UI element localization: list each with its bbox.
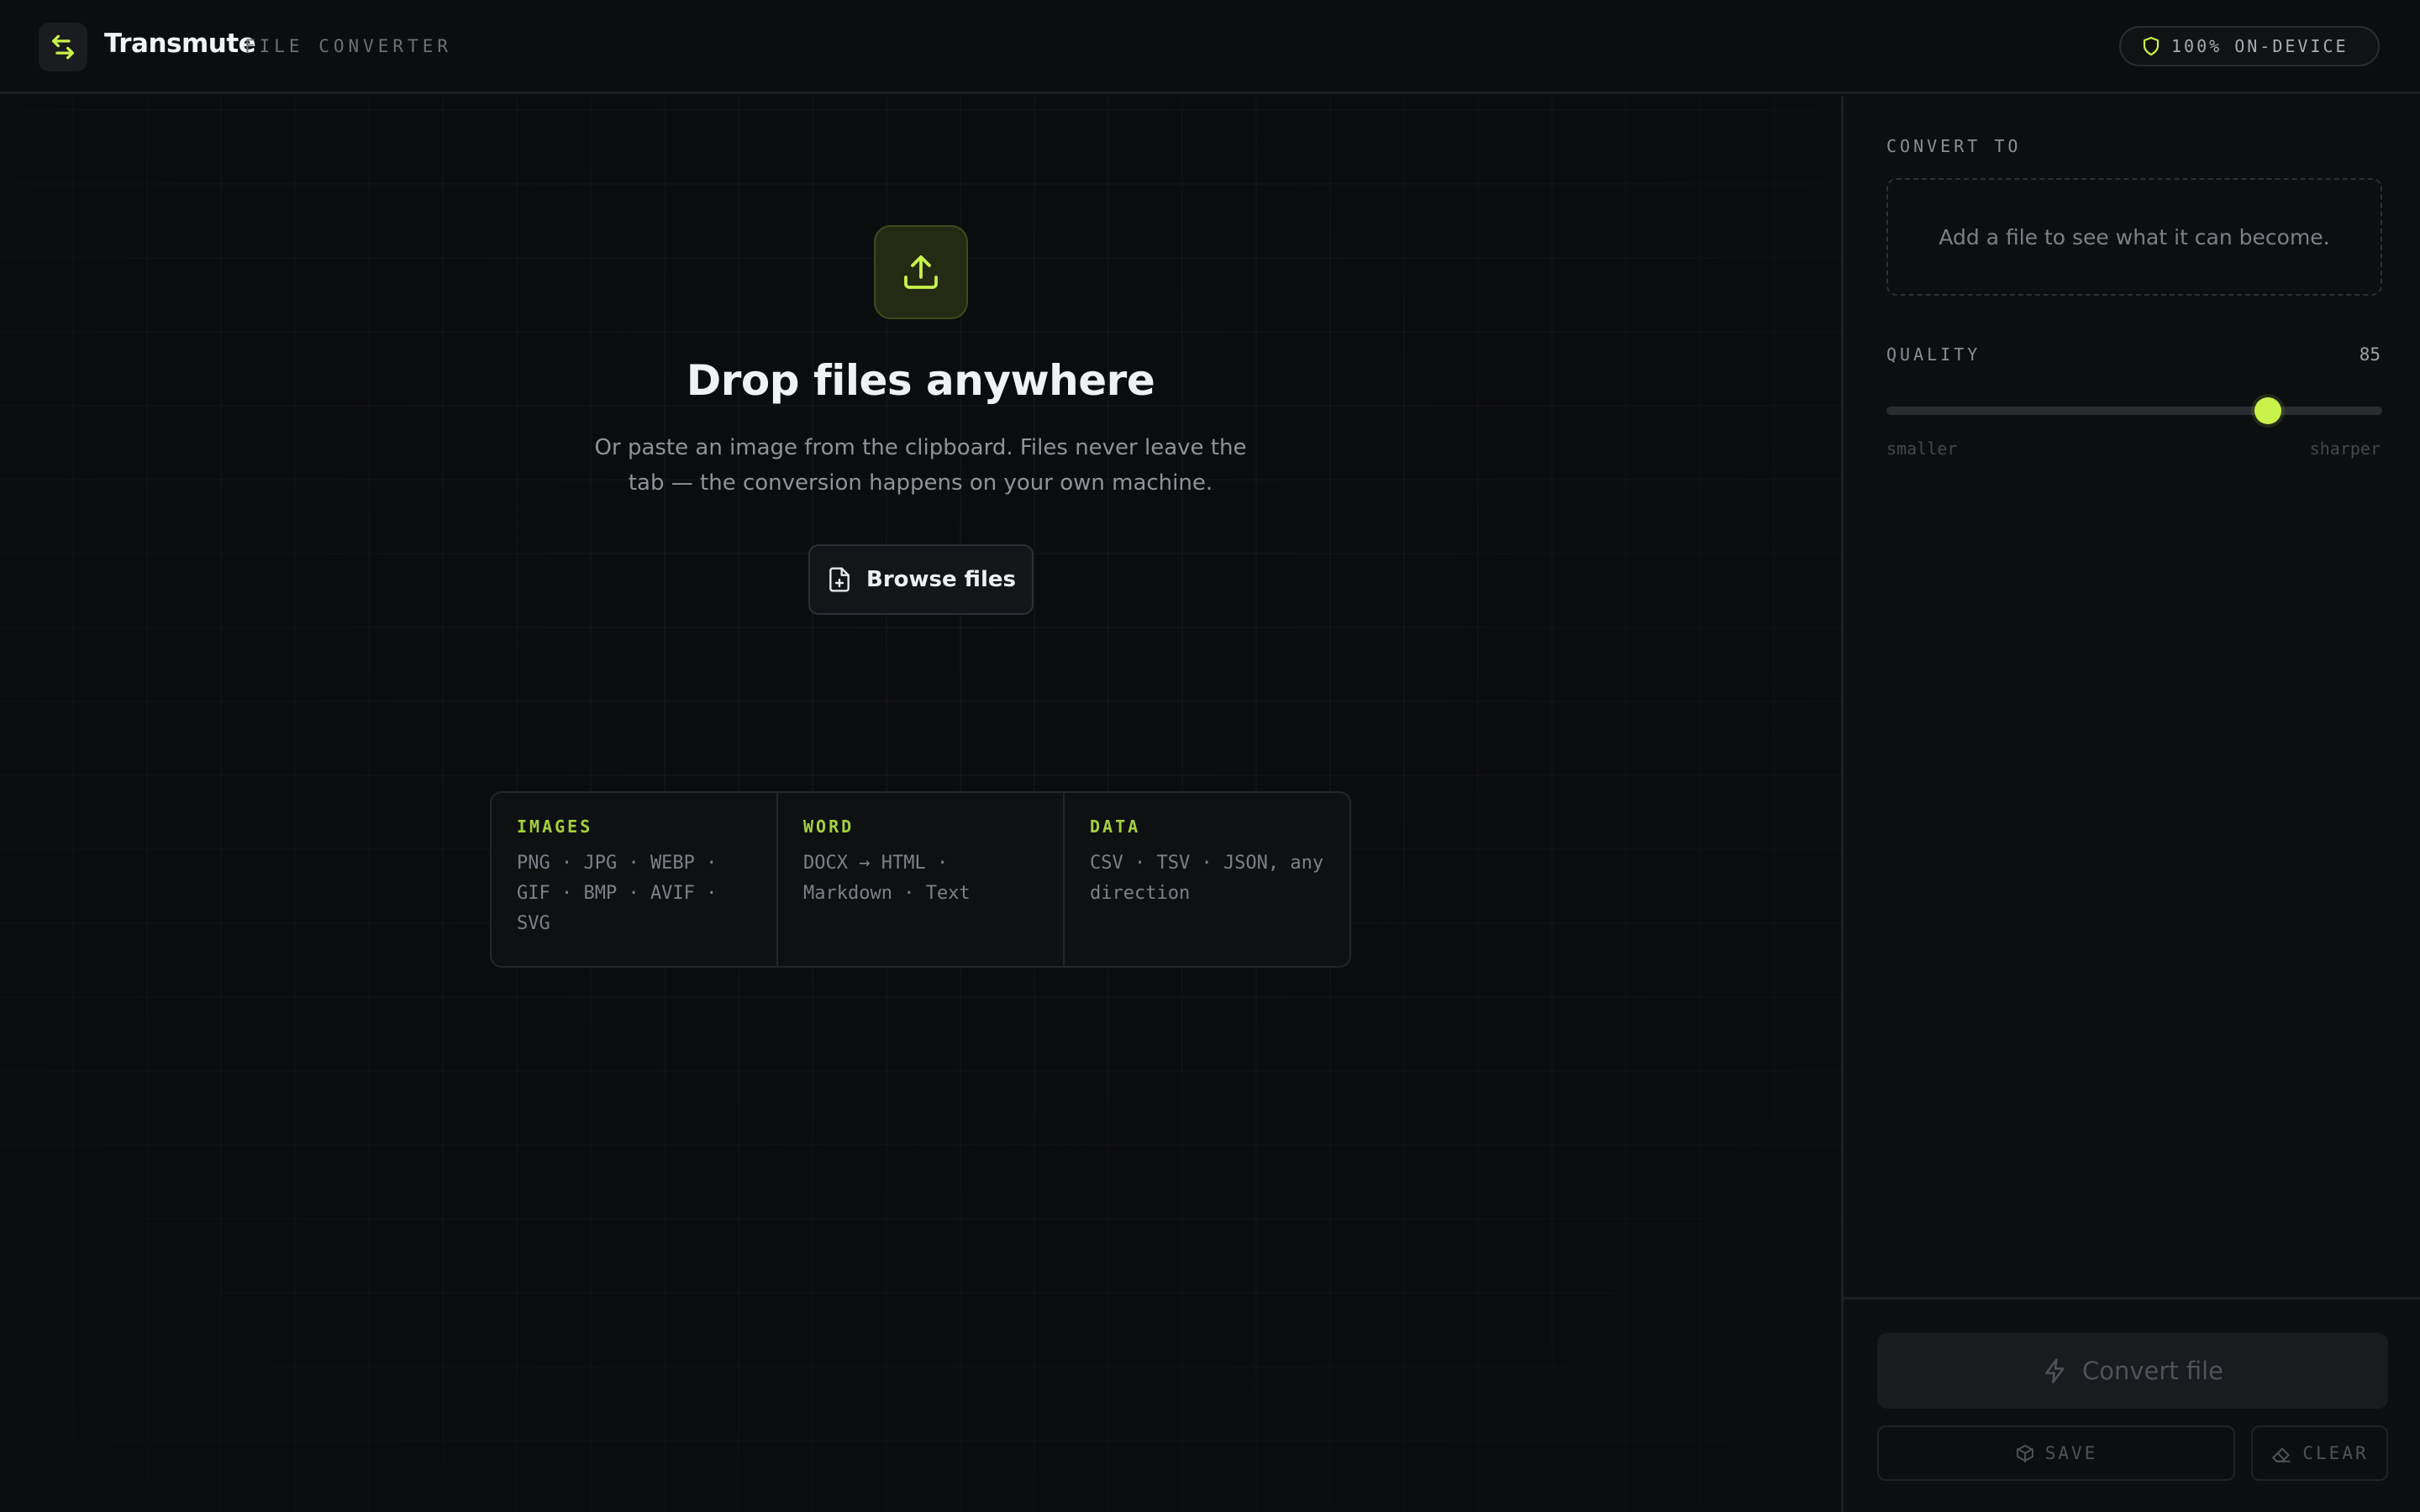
convert-file-button[interactable]: Convert file [1877, 1333, 2388, 1409]
convert-to-empty-state: Add a file to see what it can become. [1886, 178, 2382, 296]
eraser-icon [2272, 1447, 2291, 1462]
format-list: PNG · JPG · WEBP · GIF · BMP · AVIF · SV… [517, 853, 718, 934]
upload-icon-box [874, 225, 968, 319]
quality-label: QUALITY [1886, 344, 1981, 365]
quality-value: 85 [2359, 344, 2381, 365]
quality-low-label: smaller [1886, 438, 1958, 459]
clear-label: CLEAR [2302, 1443, 2369, 1463]
clear-button[interactable]: CLEAR [2251, 1425, 2388, 1481]
convert-to-label: CONVERT TO [1886, 136, 2022, 156]
supported-formats: IMAGES PNG · JPG · WEBP · GIF · BMP · AV… [490, 791, 1351, 968]
format-word: WORD DOCX → HTML · Markdown · Text [778, 793, 1065, 966]
brand-name: Transmute [104, 29, 256, 59]
brand-subtitle: FILE CONVERTER [245, 36, 453, 56]
format-list: DOCX → HTML · Markdown · Text [803, 853, 971, 904]
swap-arrows-icon [52, 34, 74, 60]
quality-high-label: sharper [2309, 438, 2381, 459]
format-heading: DATA [1090, 816, 1141, 837]
format-list: CSV · TSV · JSON, any direction [1090, 853, 1324, 904]
box-icon [2016, 1445, 2033, 1462]
on-device-label: 100% ON-DEVICE [2171, 36, 2349, 56]
sidebar-actions: Convert file SAVE CLEAR [1844, 1297, 2420, 1512]
format-heading: IMAGES [517, 816, 593, 837]
file-plus-icon [829, 567, 850, 592]
browse-files-button[interactable]: Browse files [808, 544, 1034, 615]
upload-icon [904, 255, 938, 289]
drop-description: Or paste an image from the clipboard. Fi… [594, 435, 1247, 496]
format-data: DATA CSV · TSV · JSON, any direction [1065, 793, 1349, 966]
convert-file-label: Convert file [2081, 1357, 2224, 1385]
format-images: IMAGES PNG · JPG · WEBP · GIF · BMP · AV… [492, 793, 778, 966]
drop-title: Drop files anywhere [686, 356, 1155, 405]
browse-files-label: Browse files [866, 567, 1016, 592]
settings-sidebar: CONVERT TO Add a file to see what it can… [1841, 96, 2420, 1512]
quality-slider[interactable] [1886, 397, 2382, 424]
drop-zone[interactable]: Drop files anywhere Or paste an image fr… [0, 96, 1841, 1512]
save-button[interactable]: SAVE [1877, 1425, 2235, 1481]
format-heading: WORD [803, 816, 855, 837]
shield-icon [2143, 36, 2160, 56]
on-device-badge: 100% ON-DEVICE [2119, 26, 2380, 66]
lightning-icon [2045, 1358, 2065, 1383]
app-logo [39, 23, 87, 71]
app-header: Transmute FILE CONVERTER 100% ON-DEVICE [0, 0, 2420, 94]
save-label: SAVE [2044, 1443, 2098, 1463]
quality-slider-thumb[interactable] [2254, 397, 2282, 424]
